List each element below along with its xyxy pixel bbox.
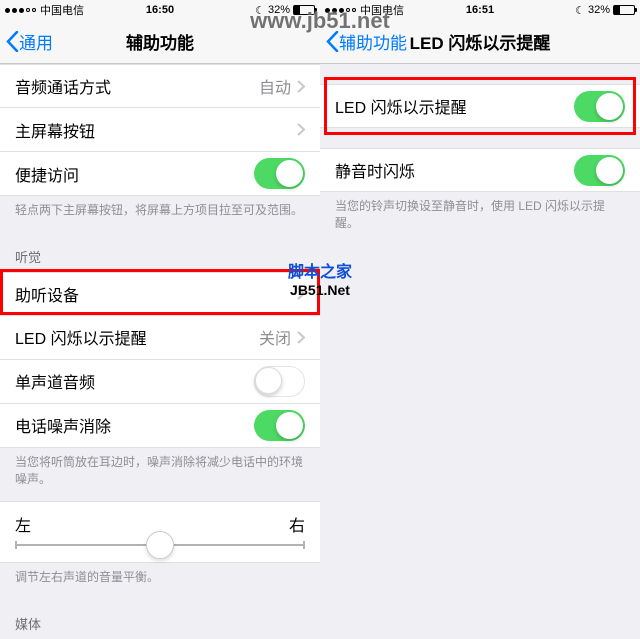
section-header-hearing: 听觉 bbox=[0, 233, 320, 272]
row-value: 自动 bbox=[259, 74, 291, 98]
watermark-mid: 脚本之家 JB51.Net bbox=[288, 258, 352, 298]
row-hearing-devices[interactable]: 助听设备 bbox=[0, 272, 320, 316]
clock: 16:51 bbox=[466, 4, 494, 16]
page-title: LED 闪烁以示提醒 bbox=[410, 29, 551, 54]
row-audio-call[interactable]: 音频通话方式 自动 bbox=[0, 64, 320, 108]
row-label: LED 闪烁以示提醒 bbox=[15, 325, 259, 349]
row-easy-access[interactable]: 便捷访问 bbox=[0, 152, 320, 196]
row-label: 电话噪声消除 bbox=[15, 413, 254, 437]
watermark-top: www.jb51.net bbox=[250, 8, 390, 34]
chevron-right-icon bbox=[297, 331, 305, 344]
chevron-left-icon bbox=[6, 31, 19, 52]
back-button[interactable]: 通用 bbox=[0, 29, 53, 54]
balance-right-label: 右 bbox=[289, 512, 305, 536]
section-header-media: 媒体 bbox=[0, 600, 320, 639]
row-label: 主屏幕按钮 bbox=[15, 118, 297, 142]
row-home-button[interactable]: 主屏幕按钮 bbox=[0, 108, 320, 152]
row-phone-noise[interactable]: 电话噪声消除 bbox=[0, 404, 320, 448]
toggle-led-flash[interactable] bbox=[574, 91, 625, 122]
chevron-right-icon bbox=[297, 80, 305, 93]
chevron-left-icon bbox=[326, 31, 339, 52]
signal-dots bbox=[5, 8, 36, 13]
note-balance: 调节左右声道的音量平衡。 bbox=[0, 563, 320, 600]
toggle-phone-noise[interactable] bbox=[254, 410, 305, 441]
page-title: 辅助功能 bbox=[126, 29, 194, 54]
note-phone-noise: 当您将听筒放在耳边时，噪声消除将减少电话中的环境噪声。 bbox=[0, 448, 320, 502]
row-label: 静音时闪烁 bbox=[335, 158, 574, 182]
back-label: 通用 bbox=[19, 29, 53, 54]
row-label: 单声道音频 bbox=[15, 369, 254, 393]
toggle-silent-flash[interactable] bbox=[574, 155, 625, 186]
note-easy-access: 轻点两下主屏幕按钮，将屏幕上方项目拉至可及范围。 bbox=[0, 196, 320, 233]
row-label: LED 闪烁以示提醒 bbox=[335, 94, 574, 118]
row-label: 助听设备 bbox=[15, 282, 297, 306]
note-silent-flash: 当您的铃声切换设至静音时，使用 LED 闪烁以示提醒。 bbox=[320, 192, 640, 246]
balance-left-label: 左 bbox=[15, 512, 31, 536]
row-silent-flash[interactable]: 静音时闪烁 bbox=[320, 148, 640, 192]
chevron-right-icon bbox=[297, 123, 305, 136]
row-led-flash[interactable]: LED 闪烁以示提醒 关闭 bbox=[0, 316, 320, 360]
row-balance-slider: 左 右 bbox=[0, 501, 320, 563]
balance-slider[interactable] bbox=[15, 544, 305, 546]
row-label: 音频通话方式 bbox=[15, 74, 259, 98]
battery-icon bbox=[613, 5, 635, 15]
row-label: 便捷访问 bbox=[15, 162, 254, 186]
row-mono-audio[interactable]: 单声道音频 bbox=[0, 360, 320, 404]
clock: 16:50 bbox=[146, 4, 174, 16]
toggle-easy-access[interactable] bbox=[254, 158, 305, 189]
carrier-label: 中国电信 bbox=[40, 2, 84, 18]
battery-pct: 32% bbox=[588, 4, 610, 16]
row-value: 关闭 bbox=[259, 325, 291, 349]
screen-accessibility: 中国电信 16:50 ☾ 32% 通用 辅助功能 音频通话方式 自动 主屏幕按钮… bbox=[0, 0, 320, 568]
row-led-flash-toggle[interactable]: LED 闪烁以示提醒 bbox=[320, 84, 640, 128]
toggle-mono-audio[interactable] bbox=[254, 366, 305, 397]
screen-led-flash: 中国电信 16:51 ☾ 32% 辅助功能 LED 闪烁以示提醒 LED 闪烁以… bbox=[320, 0, 640, 568]
